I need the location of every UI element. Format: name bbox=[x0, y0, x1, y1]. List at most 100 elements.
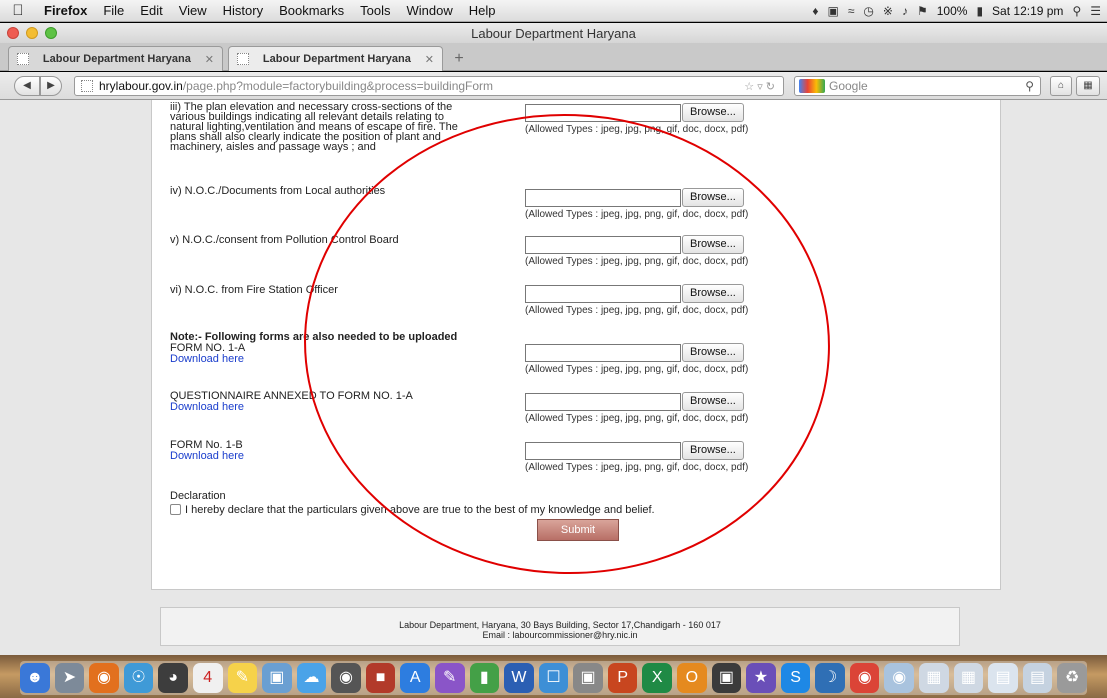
tab-favicon bbox=[17, 53, 29, 65]
bookmark-star-icon[interactable]: ☆ bbox=[744, 81, 754, 93]
download-form-1a-link[interactable]: Download here bbox=[170, 354, 490, 365]
stars-app-icon[interactable]: ★ bbox=[746, 663, 776, 693]
files-stack-icon[interactable]: ▤ bbox=[1022, 663, 1053, 693]
label-noc-pollution: v) N.O.C./consent from Pollution Control… bbox=[170, 234, 399, 246]
label-noc-fire: vi) N.O.C. from Fire Station Officer bbox=[170, 284, 338, 296]
safari-icon[interactable]: ☉ bbox=[123, 663, 154, 693]
home-button[interactable]: ⌂ bbox=[1050, 76, 1072, 96]
apple-menu-icon[interactable]:  bbox=[0, 2, 36, 19]
wifi-icon[interactable]: ≈ bbox=[848, 4, 855, 18]
notes-icon[interactable]: ✎ bbox=[227, 663, 258, 693]
back-button[interactable]: ◀ bbox=[14, 76, 40, 96]
menu-file[interactable]: File bbox=[95, 3, 132, 18]
file-input[interactable] bbox=[525, 235, 681, 254]
file-input[interactable] bbox=[525, 188, 681, 207]
menu-view[interactable]: View bbox=[171, 3, 215, 18]
time-machine-icon[interactable]: ◷ bbox=[863, 4, 873, 18]
documents-folder-icon[interactable]: ▦ bbox=[919, 663, 949, 693]
file-input[interactable] bbox=[525, 392, 681, 411]
applications-folder-icon[interactable]: ◉ bbox=[884, 663, 915, 693]
app-store-icon[interactable]: A bbox=[400, 663, 430, 693]
menu-history[interactable]: History bbox=[215, 3, 271, 18]
file-input[interactable] bbox=[525, 343, 681, 362]
site-identity-icon[interactable] bbox=[81, 80, 93, 92]
input-flag-icon[interactable]: ⚑ bbox=[917, 4, 928, 18]
form-1b-block: FORM No. 1-B Download here bbox=[170, 440, 490, 462]
firefox-icon[interactable]: ◉ bbox=[89, 663, 119, 693]
numbers-icon[interactable]: ▮ bbox=[469, 663, 500, 693]
launchpad-icon[interactable]: ➤ bbox=[54, 663, 85, 693]
volume-icon[interactable]: ♪ bbox=[902, 4, 908, 18]
declaration-checkbox[interactable] bbox=[170, 504, 181, 515]
upload-questionnaire: Browse... (Allowed Types : jpeg, jpg, pn… bbox=[525, 392, 748, 424]
url-path: /page.php?module=factorybuilding&process… bbox=[182, 79, 494, 93]
skype-icon[interactable]: S bbox=[780, 663, 811, 693]
file-input[interactable] bbox=[525, 441, 681, 460]
browse-button[interactable]: Browse... bbox=[682, 235, 744, 254]
url-bar[interactable]: hrylabour.gov.in/page.php?module=factory… bbox=[74, 76, 784, 96]
browse-button[interactable]: Browse... bbox=[682, 188, 744, 207]
browse-button[interactable]: Browse... bbox=[682, 392, 744, 411]
dropbox-icon[interactable]: ▣ bbox=[827, 4, 838, 18]
download-questionnaire-link[interactable]: Download here bbox=[170, 402, 490, 413]
clock[interactable]: Sat 12:19 pm bbox=[992, 4, 1063, 18]
file-input[interactable] bbox=[525, 103, 681, 122]
upload-noc-local: Browse... (Allowed Types : jpeg, jpg, pn… bbox=[525, 188, 748, 220]
footer-email: Email : labourcommissioner@hry.nic.in bbox=[482, 630, 638, 640]
dashboard-icon[interactable]: ◕ bbox=[158, 663, 188, 693]
file-input[interactable] bbox=[525, 284, 681, 303]
finder-icon[interactable]: ☻ bbox=[20, 663, 50, 693]
menu-edit[interactable]: Edit bbox=[132, 3, 170, 18]
chrome-icon[interactable]: ◉ bbox=[849, 663, 880, 693]
word-icon[interactable]: W bbox=[504, 663, 534, 693]
submit-button[interactable]: Submit bbox=[537, 519, 619, 541]
trash-icon[interactable]: ♻ bbox=[1057, 663, 1087, 693]
menu-bookmarks[interactable]: Bookmarks bbox=[271, 3, 352, 18]
reload-icon[interactable]: ↻ bbox=[766, 81, 775, 93]
image-capture-icon[interactable]: ▣ bbox=[573, 663, 603, 693]
battery-icon[interactable]: ▮ bbox=[976, 4, 983, 18]
battery-percent[interactable]: 100% bbox=[937, 4, 968, 18]
notification-list-icon[interactable]: ☰ bbox=[1090, 4, 1101, 18]
new-tab-button[interactable]: + bbox=[448, 49, 470, 69]
menu-tools[interactable]: Tools bbox=[352, 3, 398, 18]
downloads-button[interactable]: ▦ bbox=[1076, 76, 1100, 96]
spotlight-search-icon[interactable]: ⚲ bbox=[1072, 4, 1081, 18]
tab-labour-1[interactable]: Labour Department Haryana ✕ bbox=[8, 46, 223, 71]
powerpoint-icon[interactable]: P bbox=[607, 663, 638, 693]
upload-form-1a: Browse... (Allowed Types : jpeg, jpg, pn… bbox=[525, 343, 748, 375]
tab-labour-2[interactable]: Labour Department Haryana ✕ bbox=[228, 46, 443, 71]
tab-label: Labour Department Haryana bbox=[262, 53, 411, 65]
preview-icon[interactable]: ▣ bbox=[262, 663, 292, 693]
editor-icon[interactable]: ✎ bbox=[434, 663, 465, 693]
network-app-icon[interactable]: ☽ bbox=[815, 663, 845, 693]
browse-button[interactable]: Browse... bbox=[682, 343, 744, 362]
google-engine-icon[interactable] bbox=[799, 79, 825, 93]
tab-close-icon[interactable]: ✕ bbox=[425, 53, 434, 66]
tab-close-icon[interactable]: ✕ bbox=[205, 53, 214, 66]
browse-button[interactable]: Browse... bbox=[682, 284, 744, 303]
dropdown-arrow-icon[interactable]: ▿ bbox=[757, 81, 763, 93]
browse-button[interactable]: Browse... bbox=[682, 441, 744, 460]
facetime-icon[interactable]: ◉ bbox=[331, 663, 361, 693]
photo-booth-icon[interactable]: ■ bbox=[365, 663, 396, 693]
excel-icon[interactable]: X bbox=[642, 663, 673, 693]
outlook-icon[interactable]: O bbox=[677, 663, 707, 693]
bluetooth-icon[interactable]: ※ bbox=[883, 4, 893, 18]
search-bar[interactable]: Google ⚲ bbox=[794, 76, 1041, 96]
stack-folder-icon[interactable]: ▤ bbox=[988, 663, 1018, 693]
calendar-icon[interactable]: 4 bbox=[192, 663, 223, 693]
browse-button[interactable]: Browse... bbox=[682, 103, 744, 122]
forward-button[interactable]: ▶ bbox=[40, 76, 62, 96]
status-app-icon[interactable]: ♦ bbox=[812, 4, 818, 18]
downloads-folder-icon[interactable]: ▦ bbox=[953, 663, 984, 693]
onenote-icon[interactable]: ▣ bbox=[711, 663, 742, 693]
search-icon[interactable]: ⚲ bbox=[1025, 79, 1034, 93]
menu-help[interactable]: Help bbox=[461, 3, 504, 18]
download-form-1b-link[interactable]: Download here bbox=[170, 451, 490, 462]
menu-app-firefox[interactable]: Firefox bbox=[36, 3, 95, 18]
menu-window[interactable]: Window bbox=[399, 3, 461, 18]
remote-desktop-icon[interactable]: ☐ bbox=[538, 663, 569, 693]
messages-icon[interactable]: ☁ bbox=[296, 663, 327, 693]
declaration-section: Declaration I hereby declare that the pa… bbox=[170, 490, 655, 516]
